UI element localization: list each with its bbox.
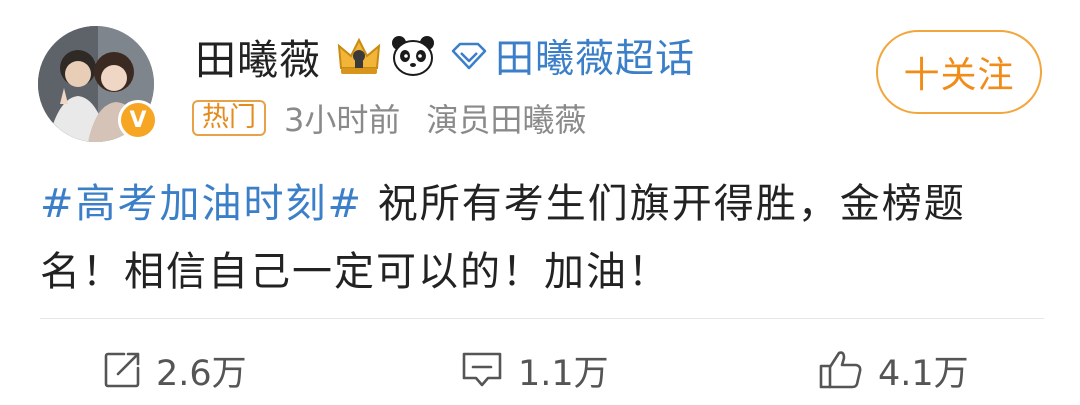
divider — [40, 318, 1044, 319]
share-count: 2.6万 — [156, 353, 247, 394]
post-source: 演员田曦薇 — [426, 101, 587, 139]
comment-button[interactable]: 1.1万 — [460, 340, 609, 400]
like-count: 4.1万 — [878, 353, 969, 394]
diamond-icon[interactable] — [449, 41, 489, 71]
share-button[interactable]: 2.6万 — [102, 340, 247, 400]
username[interactable]: 田曦薇 — [195, 26, 321, 86]
post-time: 3小时前 — [284, 101, 401, 139]
post-header: 田曦薇 田曦薇超话 — [195, 28, 695, 84]
post-meta: 热门 3小时前 演员田曦薇 — [192, 96, 586, 140]
hashtag-link[interactable]: #高考加油时刻# — [40, 181, 363, 227]
panda-icon[interactable] — [389, 32, 437, 80]
supertopic-link[interactable]: 田曦薇超话 — [495, 28, 695, 84]
comment-icon — [462, 352, 502, 387]
verified-badge-icon: V — [118, 100, 158, 140]
comment-count: 1.1万 — [518, 353, 609, 394]
share-icon — [104, 352, 140, 388]
follow-button[interactable]: 十关注 — [876, 30, 1042, 114]
thumbs-up-icon — [819, 351, 862, 389]
post-content: #高考加油时刻# 祝所有考生们旗开得胜，金榜题名！相信自己一定可以的！加油！ — [40, 170, 1040, 306]
like-button[interactable]: 4.1万 — [818, 340, 969, 400]
hot-badge: 热门 — [192, 100, 266, 136]
crown-icon[interactable] — [335, 34, 383, 78]
